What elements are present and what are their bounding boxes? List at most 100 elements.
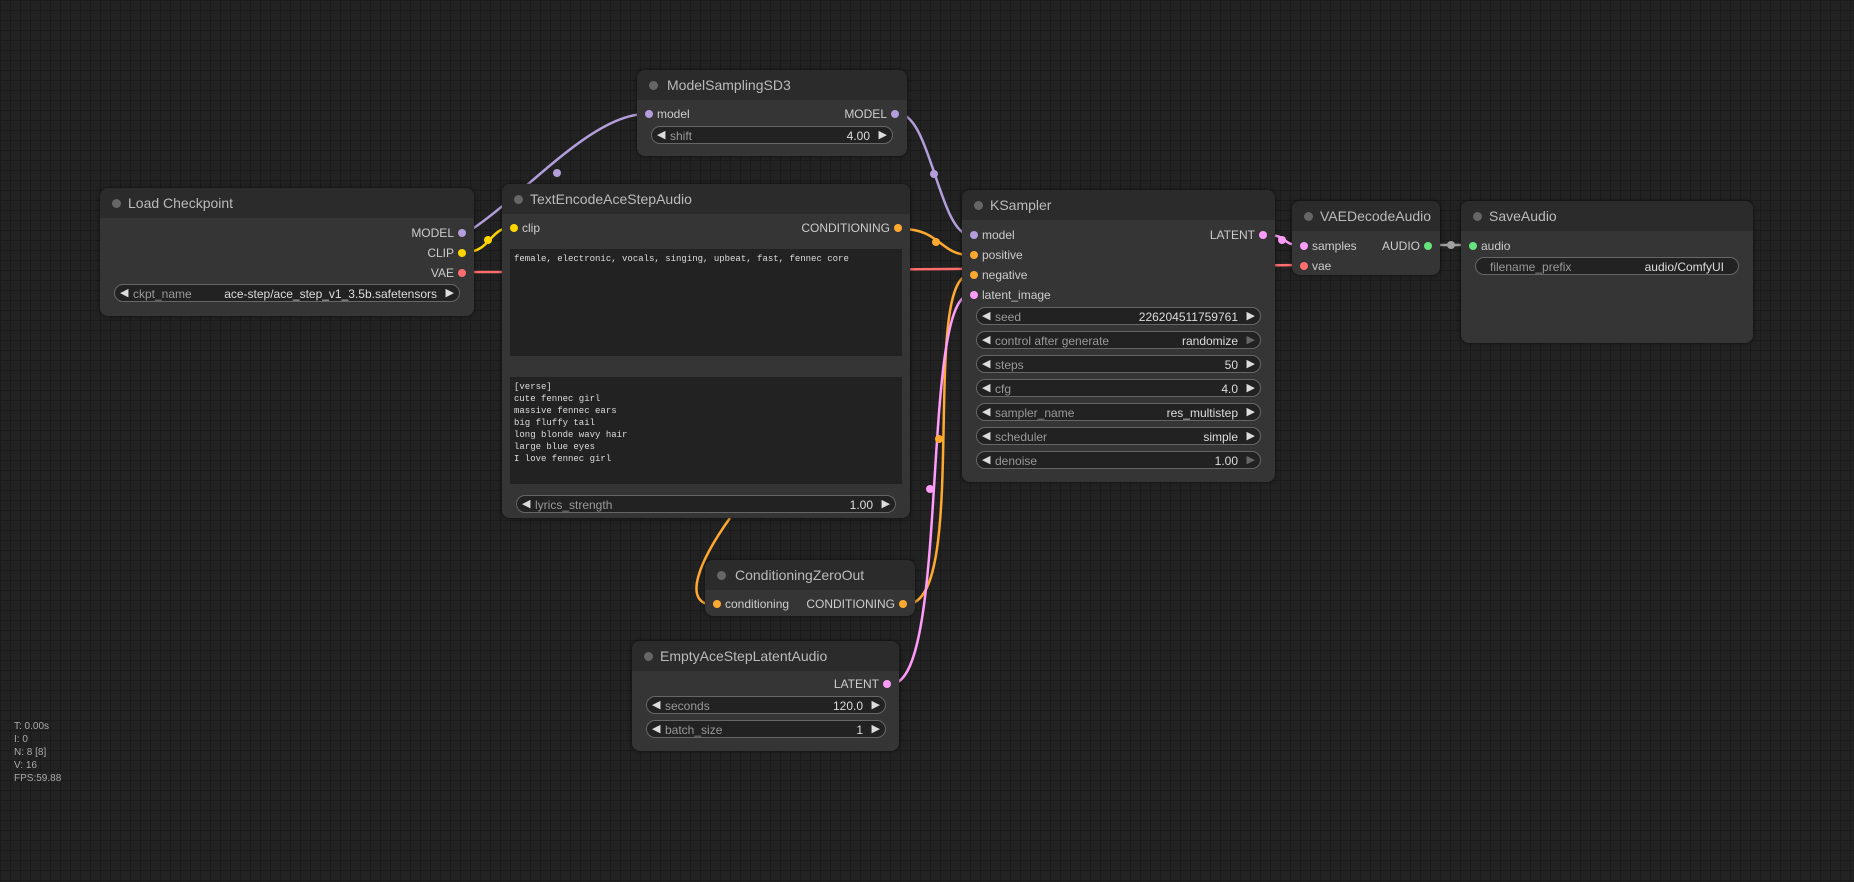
output-slot-dot[interactable] (891, 110, 899, 118)
node-load-checkpoint[interactable]: Load Checkpoint MODEL CLIP VAE ◀ ckpt_na… (100, 188, 474, 316)
output-vae[interactable]: VAE (334, 264, 466, 282)
seed-widget[interactable]: ◀ seed 226204511759761 ▶ (976, 307, 1261, 325)
node-title-bar[interactable]: TextEncodeAceStepAudio (502, 184, 910, 214)
arrow-right-icon[interactable]: ▶ (872, 698, 880, 711)
arrow-right-icon[interactable]: ▶ (446, 286, 454, 299)
arrow-right-icon[interactable]: ▶ (1247, 333, 1255, 346)
arrow-right-icon[interactable]: ▶ (882, 497, 890, 510)
denoise-widget[interactable]: ◀ denoise 1.00 ▶ (976, 451, 1261, 469)
output-slot-dot[interactable] (458, 249, 466, 257)
output-audio[interactable]: AUDIO (1360, 237, 1432, 255)
node-save-audio[interactable]: SaveAudio audio filename_prefix audio/Co… (1461, 201, 1753, 343)
arrow-right-icon[interactable]: ▶ (879, 128, 887, 141)
collapse-dot-icon[interactable] (514, 195, 523, 204)
node-conditioning-zero-out[interactable]: ConditioningZeroOut conditioning CONDITI… (705, 560, 915, 616)
control-after-generate-widget[interactable]: ◀ control after generate randomize ▶ (976, 331, 1261, 349)
shift-number-widget[interactable]: ◀ shift 4.00 ▶ (651, 126, 893, 144)
input-slot-dot[interactable] (510, 224, 518, 232)
node-title-bar[interactable]: ConditioningZeroOut (705, 560, 915, 590)
input-slot-dot[interactable] (1469, 242, 1477, 250)
arrow-left-icon[interactable]: ◀ (982, 309, 990, 322)
node-vae-decode-audio[interactable]: VAEDecodeAudio samples vae AUDIO (1292, 201, 1440, 275)
arrow-left-icon[interactable]: ◀ (657, 128, 665, 141)
output-slot-dot[interactable] (458, 269, 466, 277)
arrow-left-icon[interactable]: ◀ (120, 286, 128, 299)
arrow-left-icon[interactable]: ◀ (982, 357, 990, 370)
input-vae[interactable]: vae (1300, 257, 1382, 275)
arrow-left-icon[interactable]: ◀ (982, 333, 990, 346)
output-latent[interactable]: LATENT (779, 675, 891, 693)
output-slot-dot[interactable] (1259, 231, 1267, 239)
input-slot-dot[interactable] (970, 251, 978, 259)
collapse-dot-icon[interactable] (1304, 212, 1313, 221)
input-slot-dot[interactable] (970, 291, 978, 299)
sampler-name-widget[interactable]: ◀ sampler_name res_multistep ▶ (976, 403, 1261, 421)
input-model[interactable]: model (970, 226, 1082, 244)
input-latent-image[interactable]: latent_image (970, 286, 1082, 304)
output-conditioning[interactable]: CONDITIONING (795, 595, 907, 613)
input-audio[interactable]: audio (1469, 237, 1551, 255)
node-title-bar[interactable]: ModelSamplingSD3 (637, 70, 907, 100)
node-title-bar[interactable]: EmptyAceStepLatentAudio (632, 641, 899, 671)
arrow-right-icon[interactable]: ▶ (872, 722, 880, 735)
input-slot-dot[interactable] (1300, 242, 1308, 250)
tags-textarea[interactable]: female, electronic, vocals, singing, upb… (510, 249, 902, 356)
output-slot-dot[interactable] (894, 224, 902, 232)
output-slot-dot[interactable] (899, 600, 907, 608)
arrow-left-icon[interactable]: ◀ (982, 405, 990, 418)
cfg-widget[interactable]: ◀ cfg 4.0 ▶ (976, 379, 1261, 397)
output-slot-dot[interactable] (1424, 242, 1432, 250)
batch-size-widget[interactable]: ◀ batch_size 1 ▶ (646, 720, 886, 738)
lyrics-textarea[interactable]: [verse] cute fennec girl massive fennec … (510, 377, 902, 484)
ckpt-name-combo[interactable]: ◀ ckpt_name ace-step/ace_step_v1_3.5b.sa… (114, 284, 460, 302)
collapse-dot-icon[interactable] (644, 652, 653, 661)
input-slot-dot[interactable] (970, 231, 978, 239)
collapse-dot-icon[interactable] (112, 199, 121, 208)
output-latent[interactable]: LATENT (1155, 226, 1267, 244)
arrow-left-icon[interactable]: ◀ (982, 429, 990, 442)
input-slot-dot[interactable] (713, 600, 721, 608)
arrow-left-icon[interactable]: ◀ (652, 698, 660, 711)
output-clip[interactable]: CLIP (334, 244, 466, 262)
lyrics-strength-widget[interactable]: ◀ lyrics_strength 1.00 ▶ (516, 495, 896, 513)
arrow-right-icon[interactable]: ▶ (1247, 357, 1255, 370)
arrow-left-icon[interactable]: ◀ (982, 381, 990, 394)
output-model[interactable]: MODEL (787, 105, 899, 123)
output-model[interactable]: MODEL (334, 224, 466, 242)
input-slot-dot[interactable] (645, 110, 653, 118)
arrow-left-icon[interactable]: ◀ (522, 497, 530, 510)
input-negative[interactable]: negative (970, 266, 1082, 284)
input-positive[interactable]: positive (970, 246, 1082, 264)
node-model-sampling-sd3[interactable]: ModelSamplingSD3 model MODEL ◀ shift 4.0… (637, 70, 907, 156)
node-title-bar[interactable]: VAEDecodeAudio (1292, 201, 1440, 231)
arrow-right-icon[interactable]: ▶ (1247, 429, 1255, 442)
seconds-widget[interactable]: ◀ seconds 120.0 ▶ (646, 696, 886, 714)
arrow-right-icon[interactable]: ▶ (1247, 309, 1255, 322)
input-clip[interactable]: clip (510, 219, 622, 237)
arrow-left-icon[interactable]: ◀ (982, 453, 990, 466)
node-title-bar[interactable]: KSampler (962, 190, 1275, 220)
input-slot-dot[interactable] (1300, 262, 1308, 270)
collapse-dot-icon[interactable] (717, 571, 726, 580)
arrow-right-icon[interactable]: ▶ (1247, 405, 1255, 418)
filename-prefix-widget[interactable]: filename_prefix audio/ComfyUI (1475, 257, 1739, 275)
output-slot-dot[interactable] (883, 680, 891, 688)
node-text-encode-ace-step-audio[interactable]: TextEncodeAceStepAudio clip CONDITIONING… (502, 184, 910, 518)
collapse-dot-icon[interactable] (649, 81, 658, 90)
steps-widget[interactable]: ◀ steps 50 ▶ (976, 355, 1261, 373)
output-slot-dot[interactable] (458, 229, 466, 237)
output-conditioning[interactable]: CONDITIONING (730, 219, 902, 237)
node-title-bar[interactable]: Load Checkpoint (100, 188, 474, 218)
input-model[interactable]: model (645, 105, 757, 123)
input-slot-dot[interactable] (970, 271, 978, 279)
collapse-dot-icon[interactable] (1473, 212, 1482, 221)
input-conditioning[interactable]: conditioning (713, 595, 805, 613)
node-title-bar[interactable]: SaveAudio (1461, 201, 1753, 231)
arrow-left-icon[interactable]: ◀ (652, 722, 660, 735)
collapse-dot-icon[interactable] (974, 201, 983, 210)
arrow-right-icon[interactable]: ▶ (1247, 453, 1255, 466)
arrow-right-icon[interactable]: ▶ (1247, 381, 1255, 394)
node-empty-ace-step-latent-audio[interactable]: EmptyAceStepLatentAudio LATENT ◀ seconds… (632, 641, 899, 751)
scheduler-widget[interactable]: ◀ scheduler simple ▶ (976, 427, 1261, 445)
node-ksampler[interactable]: KSampler model positive negative latent_… (962, 190, 1275, 482)
